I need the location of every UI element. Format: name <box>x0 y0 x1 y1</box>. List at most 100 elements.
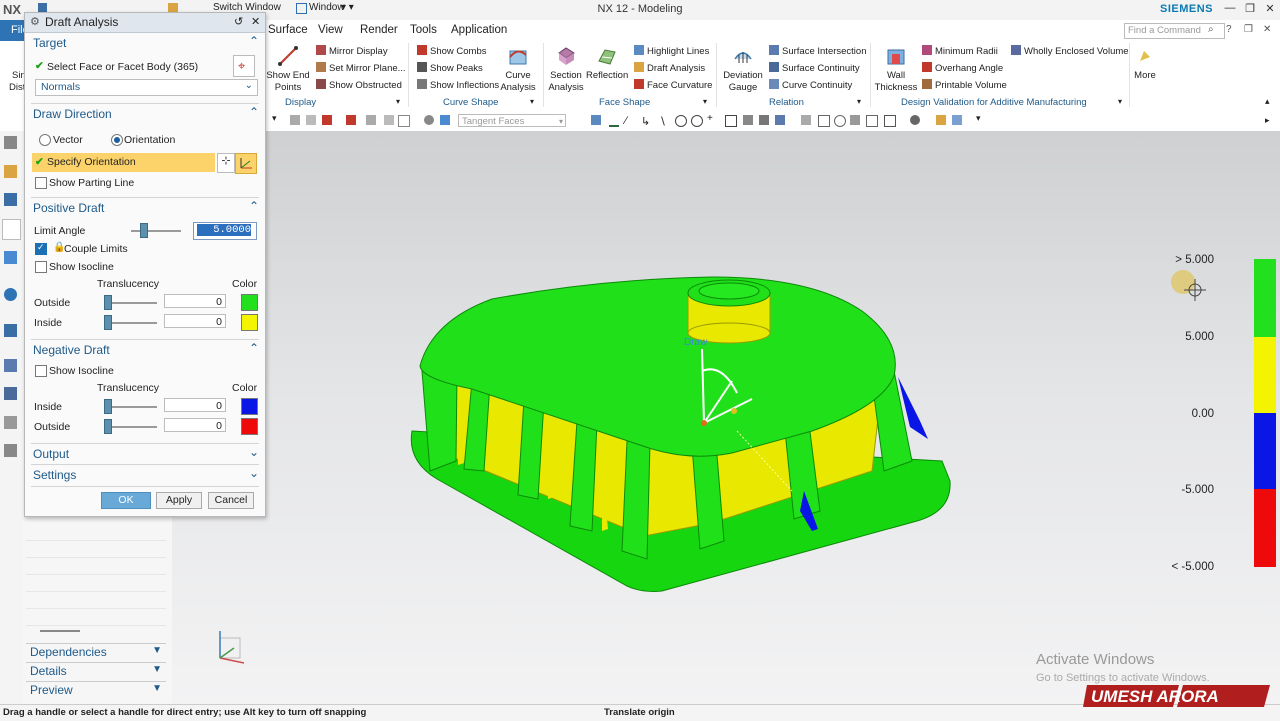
reuse-library-icon[interactable] <box>4 251 17 264</box>
dependencies-section[interactable]: Dependencies ▼ <box>26 643 166 661</box>
settings-icon[interactable] <box>4 136 17 149</box>
display-group-dropdown-icon[interactable]: ▾ <box>396 97 400 106</box>
select-face-label[interactable]: Select Face or Facet Body (365) <box>47 61 198 73</box>
couple-limits-checkbox[interactable]: ✓ <box>35 242 47 255</box>
show-end-points-button[interactable]: Show End Points <box>266 45 310 94</box>
existing-point-icon[interactable]: + <box>707 113 717 124</box>
list-item[interactable] <box>26 574 166 592</box>
graphics-window[interactable]: Draw > 5.000 5.000 0.00 -5.000 < -5.000 <box>172 131 1280 704</box>
restore-window-icon[interactable]: ❐ <box>1244 24 1253 35</box>
close-icon[interactable]: ✕ <box>1260 2 1280 18</box>
view-icon[interactable] <box>801 115 811 125</box>
search-icon[interactable]: ⌕ <box>1208 24 1214 35</box>
point-on-face-icon[interactable] <box>743 115 753 125</box>
overhang-angle-button[interactable]: Overhang Angle <box>922 62 1003 74</box>
menu-view[interactable]: View <box>318 24 343 36</box>
ribbon-collapse-icon[interactable]: ▴ <box>1265 96 1270 107</box>
draft-analysis-model[interactable]: Draw <box>172 131 1280 704</box>
positive-inside-slider[interactable] <box>107 322 157 324</box>
negative-draft-section-header[interactable]: Negative Draft ⌃ <box>25 340 265 362</box>
negative-outside-color-swatch[interactable] <box>241 418 258 435</box>
menu-tools[interactable]: Tools <box>410 24 437 36</box>
web-browser-icon[interactable] <box>4 288 17 301</box>
show-combs-button[interactable]: Show Combs <box>417 45 487 57</box>
scrollbar-thumb[interactable] <box>40 630 80 632</box>
section-analysis-button[interactable]: Section Analysis <box>546 45 586 94</box>
csys-dialog-button[interactable] <box>235 153 257 174</box>
negative-outside-input[interactable]: 0 <box>164 418 226 432</box>
select-icon[interactable] <box>322 115 332 125</box>
mid-point-icon[interactable]: ∕ <box>625 115 635 127</box>
show-peaks-button[interactable]: Show Peaks <box>417 62 483 74</box>
limit-angle-slider[interactable] <box>131 230 181 232</box>
design-validation-dropdown-icon[interactable]: ▾ <box>1118 97 1122 106</box>
positive-outside-color-swatch[interactable] <box>241 294 258 311</box>
positive-inside-color-swatch[interactable] <box>241 314 258 331</box>
positive-inside-slider-thumb[interactable] <box>104 315 112 330</box>
relation-dropdown-icon[interactable]: ▾ <box>857 97 861 106</box>
constraint-navigator-icon[interactable] <box>4 193 17 206</box>
vector-radio[interactable] <box>39 134 51 146</box>
face-rule-select[interactable]: Tangent Faces ▾ <box>458 114 566 127</box>
file-menu-tab[interactable]: File <box>0 20 29 41</box>
output-section-header[interactable]: Output ⌄ <box>25 444 265 466</box>
toolbar-dropdown-icon[interactable]: ▾ <box>272 113 278 123</box>
rotate-icon[interactable] <box>834 115 846 127</box>
box-select-icon[interactable] <box>398 115 410 127</box>
wall-thickness-button[interactable]: Wall Thickness <box>874 45 918 94</box>
list-item[interactable] <box>26 608 166 626</box>
eye-icon[interactable] <box>424 115 434 125</box>
edit-section-icon[interactable] <box>936 115 946 125</box>
face-shape-dropdown-icon[interactable]: ▾ <box>703 97 707 106</box>
end-point-icon[interactable] <box>609 115 619 127</box>
filter-icon[interactable] <box>306 115 316 125</box>
orientation-radio[interactable] <box>111 134 123 146</box>
menu-surface[interactable]: Surface <box>268 24 308 36</box>
render-style-icon[interactable] <box>910 115 920 125</box>
pan-icon[interactable] <box>850 115 860 125</box>
pole-icon[interactable] <box>775 115 785 125</box>
assembly-navigator-icon[interactable] <box>4 165 17 178</box>
redo-icon[interactable] <box>384 115 394 125</box>
list-item[interactable] <box>26 591 166 609</box>
snap-icon[interactable] <box>290 115 300 125</box>
positive-outside-slider-thumb[interactable] <box>104 295 112 310</box>
show-parting-line-checkbox[interactable] <box>35 177 47 189</box>
target-type-select[interactable]: Normals ⌄ <box>35 79 258 96</box>
reflection-button[interactable]: Reflection <box>586 45 628 82</box>
draw-direction-section-header[interactable]: Draw Direction ⌃ <box>25 104 265 126</box>
highlight-lines-button[interactable]: Highlight Lines <box>634 45 709 57</box>
curve-shape-dropdown-icon[interactable]: ▾ <box>530 97 534 106</box>
process-studio-icon[interactable] <box>4 387 17 400</box>
control-point-icon[interactable]: ↳ <box>641 115 651 128</box>
ok-button[interactable]: OK <box>101 492 151 509</box>
more-toolbar-icon[interactable]: ▾ <box>976 113 986 123</box>
apply-button[interactable]: Apply <box>156 492 202 509</box>
roles-icon[interactable] <box>4 416 17 429</box>
help-icon[interactable]: ? <box>1226 24 1232 35</box>
deselect-icon[interactable] <box>346 115 356 125</box>
limit-angle-input[interactable]: 5.0000 <box>193 222 257 240</box>
part-navigator-icon[interactable] <box>2 219 21 240</box>
printable-volume-button[interactable]: Printable Volume <box>922 79 1007 91</box>
surface-continuity-button[interactable]: Surface Continuity <box>769 62 860 74</box>
undo-icon[interactable] <box>366 115 376 125</box>
positive-draft-section-header[interactable]: Positive Draft ⌃ <box>25 198 265 220</box>
specify-orientation-row[interactable]: ✔ Specify Orientation <box>32 153 215 172</box>
minimize-icon[interactable]: — <box>1220 2 1240 18</box>
tangent-faces-icon[interactable] <box>440 115 450 125</box>
zoom-icon[interactable] <box>866 115 878 127</box>
negative-inside-slider-thumb[interactable] <box>104 399 112 414</box>
list-item[interactable] <box>26 540 166 558</box>
snap-point-icon[interactable] <box>591 115 601 125</box>
negative-outside-slider-thumb[interactable] <box>104 419 112 434</box>
menu-application[interactable]: Application <box>451 24 507 36</box>
list-item[interactable] <box>26 523 166 541</box>
close-part-icon[interactable]: ✕ <box>1263 24 1271 35</box>
draft-analysis-button[interactable]: Draft Analysis <box>634 62 705 74</box>
wholly-enclosed-volume-button[interactable]: Wholly Enclosed Volume <box>1011 45 1129 57</box>
point-on-curve-icon[interactable] <box>725 115 737 127</box>
toolbar-overflow-icon[interactable]: ▸ <box>1265 115 1270 126</box>
system-scenes-icon[interactable] <box>4 444 17 457</box>
settings-section-header[interactable]: Settings ⌄ <box>25 465 265 487</box>
